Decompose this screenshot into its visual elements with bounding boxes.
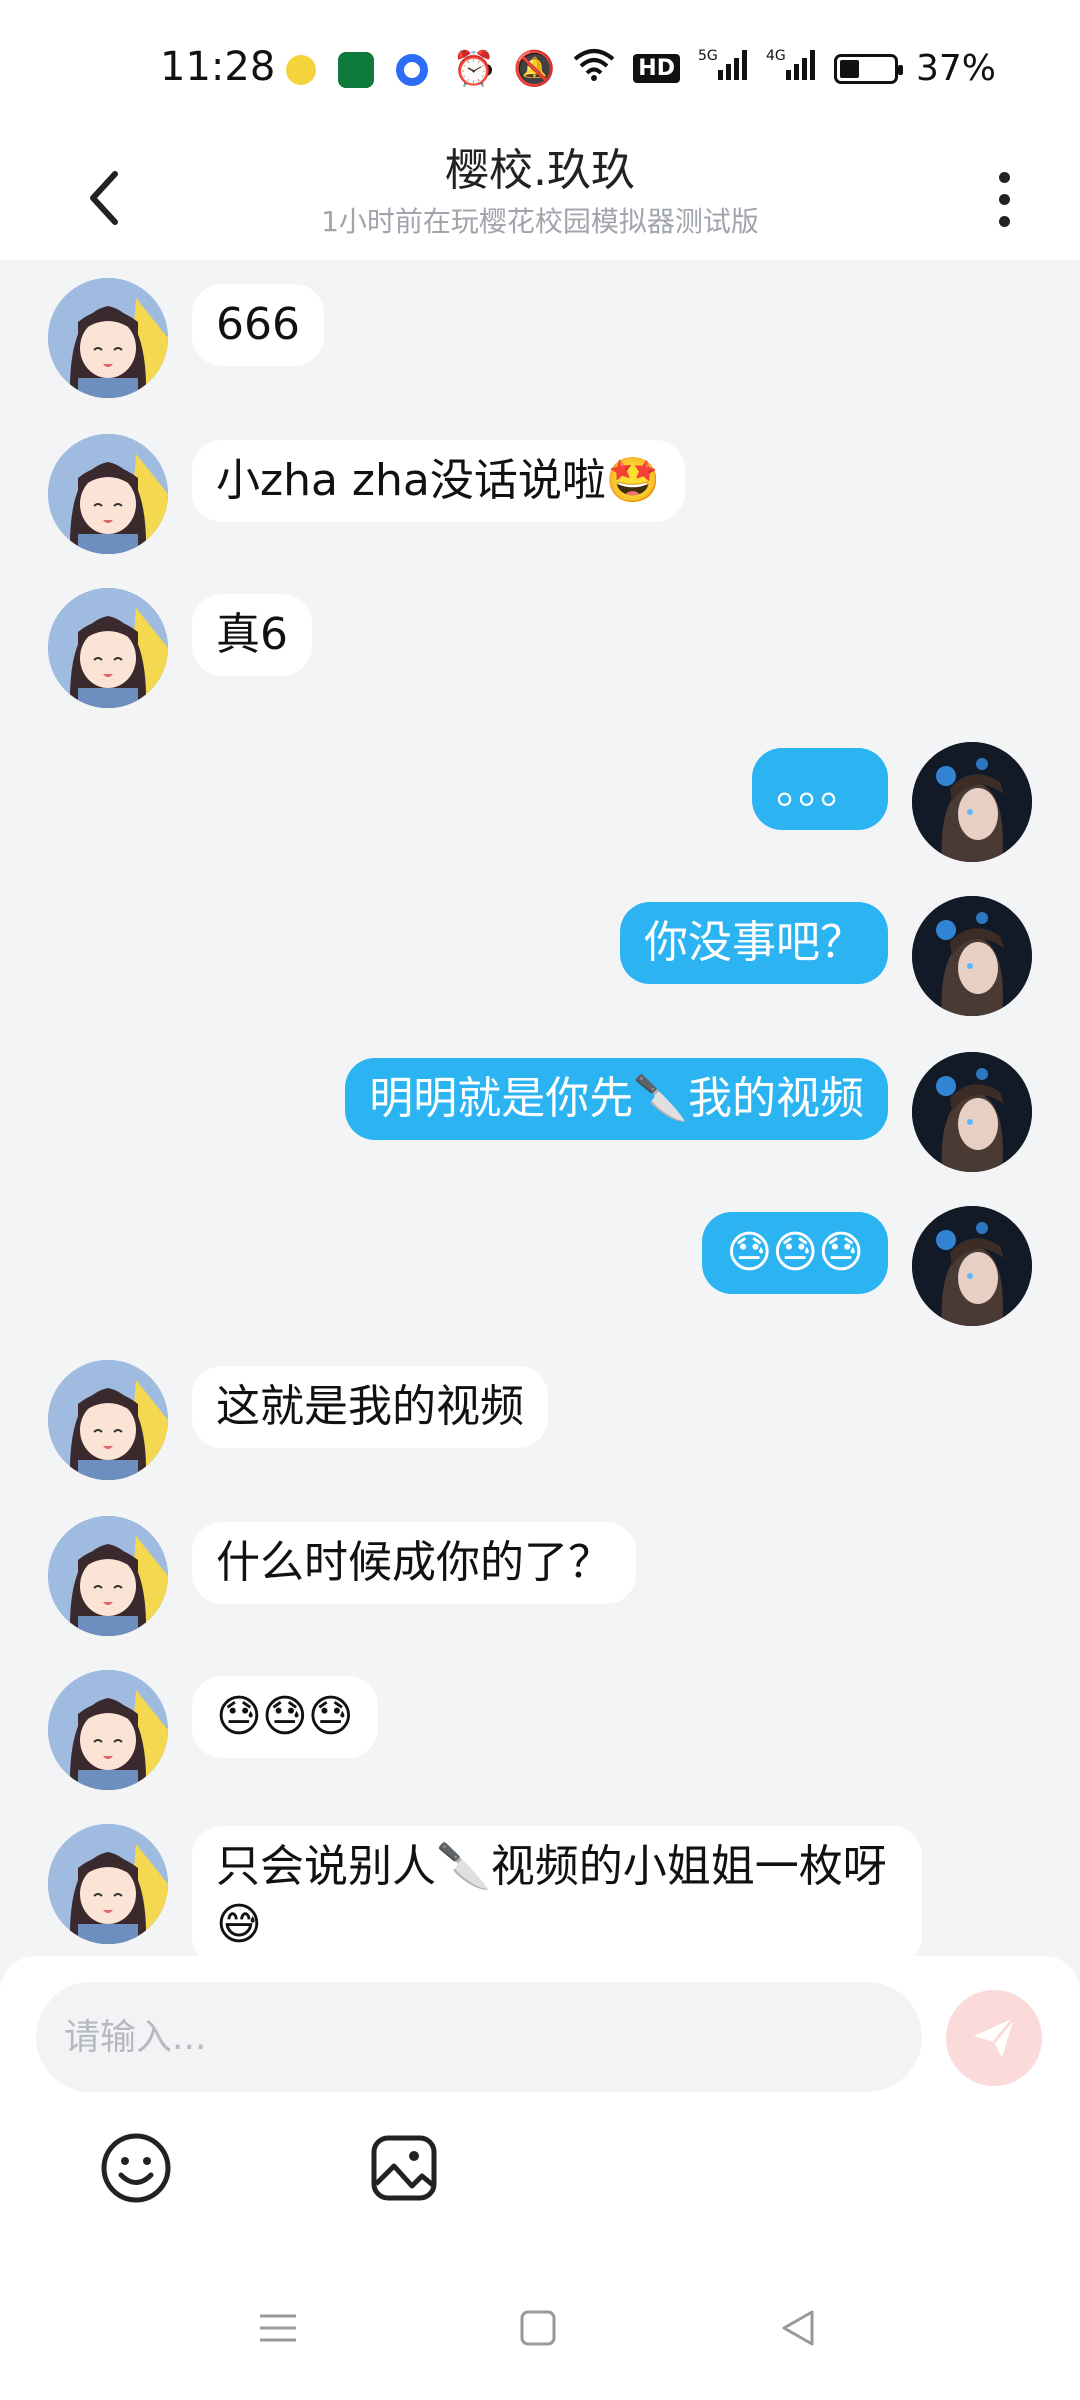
battery-icon xyxy=(833,53,903,84)
contact-avatar[interactable] xyxy=(48,1670,168,1790)
contact-avatar[interactable] xyxy=(48,278,168,398)
received-message-bubble[interactable]: 😓😓😓 xyxy=(192,1676,378,1758)
contact-avatar[interactable] xyxy=(48,588,168,708)
5g-signal-icon: 5G xyxy=(698,46,748,91)
4g-signal-icon: 4G xyxy=(766,46,816,91)
contact-avatar[interactable] xyxy=(48,434,168,554)
wifi-icon xyxy=(573,47,615,90)
sent-message-bubble[interactable]: 明明就是你先🔪我的视频 xyxy=(345,1058,888,1140)
sent-message-bubble[interactable]: 。。。 xyxy=(752,748,888,830)
triangle-back-icon xyxy=(782,2310,814,2346)
my-avatar[interactable] xyxy=(912,1052,1032,1172)
emoji-button[interactable] xyxy=(96,2128,176,2208)
paper-plane-icon xyxy=(974,2017,1016,2058)
received-message-bubble[interactable]: 真6 xyxy=(192,594,312,676)
send-button[interactable] xyxy=(946,1990,1042,2086)
menu-icon xyxy=(260,2314,296,2342)
status-time: 11:28 xyxy=(160,44,276,90)
more-dot-icon xyxy=(998,215,1010,227)
battery-percent: 37% xyxy=(915,48,996,89)
system-nav-bar xyxy=(0,2280,1080,2380)
received-message-bubble[interactable]: 小zha zha没话说啦🤩 xyxy=(192,440,685,522)
received-message-bubble[interactable]: 这就是我的视频 xyxy=(192,1366,548,1448)
received-message-bubble[interactable]: 666 xyxy=(192,284,324,366)
chat-subtitle: 1小时前在玩樱花校园模拟器测试版 xyxy=(321,205,759,238)
image-icon xyxy=(371,2135,437,2201)
received-message-bubble[interactable]: 只会说别人🔪视频的小姐姐一枚呀😅 xyxy=(192,1826,922,1960)
battery-level-fill xyxy=(839,59,859,78)
menu-nav-button[interactable] xyxy=(248,2298,308,2358)
hd-icon: HD xyxy=(633,54,680,83)
alarm-icon: ⏰ xyxy=(452,48,495,89)
more-dot-icon xyxy=(998,171,1010,183)
my-avatar[interactable] xyxy=(912,742,1032,862)
contact-avatar[interactable] xyxy=(48,1516,168,1636)
sent-message-bubble[interactable]: 你没事吧？ xyxy=(620,902,888,984)
smiley-icon xyxy=(101,2133,171,2203)
more-options-button[interactable] xyxy=(974,164,1034,234)
app-notification-icon xyxy=(286,55,316,85)
home-nav-button[interactable] xyxy=(508,2298,568,2358)
svg-text:5G: 5G xyxy=(698,48,718,64)
system-status-icons: ⏰ 🔕 HD 5G 4G 37% xyxy=(453,46,996,91)
message-list[interactable]: 666 小zha zha没话说啦🤩 真6 。。。你没事吧？ 明明就是你先🔪我的视频 😓😓😓… xyxy=(0,260,1080,1960)
contact-avatar[interactable] xyxy=(48,1824,168,1944)
chat-header: 樱校.玖玖 1小时前在玩樱花校园模拟器测试版 xyxy=(0,136,1080,260)
status-bar: 11:28 ⏰ 🔕 HD 5G 4G 37% xyxy=(0,0,1080,136)
square-icon xyxy=(520,2310,556,2346)
my-avatar[interactable] xyxy=(912,896,1032,1016)
image-button[interactable] xyxy=(364,2128,444,2208)
app-notification-icon xyxy=(338,52,374,88)
app-notification-icon xyxy=(396,54,428,86)
more-dot-icon xyxy=(998,193,1010,205)
message-input[interactable] xyxy=(36,1982,922,2092)
svg-text:4G: 4G xyxy=(766,48,786,64)
mute-icon: 🔕 xyxy=(512,48,556,89)
chat-title: 樱校.玖玖 xyxy=(445,145,635,196)
title-block: 樱校.玖玖 1小时前在玩樱花校园模拟器测试版 xyxy=(0,142,1080,244)
contact-avatar[interactable] xyxy=(48,1360,168,1480)
sent-message-bubble[interactable]: 😓😓😓 xyxy=(702,1212,888,1294)
my-avatar[interactable] xyxy=(912,1206,1032,1326)
back-nav-button[interactable] xyxy=(768,2298,828,2358)
received-message-bubble[interactable]: 什么时候成你的了？ xyxy=(192,1522,636,1604)
